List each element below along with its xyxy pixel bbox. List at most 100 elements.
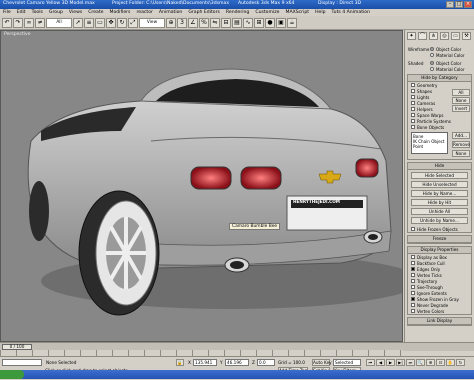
auto-key-button[interactable]: Auto Key xyxy=(312,359,332,366)
hide-by-category-title[interactable]: Hide by Category xyxy=(408,75,471,82)
link-display-title[interactable]: Link Display xyxy=(408,318,471,325)
snap-icon[interactable]: 3 xyxy=(177,17,187,28)
menu-tuts[interactable]: Tuts 4 Animation xyxy=(329,9,373,16)
hierarchy-tab-icon[interactable]: ⋔ xyxy=(429,32,438,40)
menu-animation[interactable]: Animation xyxy=(156,9,185,16)
menu-reactor[interactable]: reactor xyxy=(133,9,155,16)
render-setup-icon[interactable]: ▣ xyxy=(276,17,286,28)
layer-icon[interactable]: ▤ xyxy=(232,17,242,28)
shaded-object-color-radio[interactable] xyxy=(430,61,434,65)
select-icon[interactable]: ➚ xyxy=(73,17,83,28)
all-button[interactable]: All xyxy=(452,89,470,96)
edges-only-checkbox[interactable] xyxy=(411,267,415,271)
vertex-ticks-checkbox[interactable] xyxy=(411,273,415,277)
select-by-name-icon[interactable]: ≡ xyxy=(84,17,94,28)
x-coord-field[interactable]: 135.941 xyxy=(193,359,217,366)
align-icon[interactable]: ⊟ xyxy=(221,17,231,28)
wireframe-material-color-radio[interactable] xyxy=(430,53,434,57)
backface-cull-checkbox[interactable] xyxy=(411,261,415,265)
zoom-all-icon[interactable]: ⊕ xyxy=(426,359,435,366)
redo-icon[interactable]: ↷ xyxy=(13,17,23,28)
geometry-checkbox[interactable] xyxy=(411,83,415,87)
utilities-tab-icon[interactable]: ⚒ xyxy=(462,32,471,40)
vertex-colors-checkbox[interactable] xyxy=(411,309,415,313)
menu-help[interactable]: Help xyxy=(312,9,328,16)
minimize-button[interactable]: – xyxy=(446,1,454,8)
menu-file[interactable]: File xyxy=(0,9,14,16)
see-through-checkbox[interactable] xyxy=(411,285,415,289)
selected-dropdown[interactable]: Selected xyxy=(333,359,361,366)
add-button[interactable]: Add... xyxy=(452,132,470,139)
show-frozen-gray-checkbox[interactable] xyxy=(411,297,415,301)
move-icon[interactable]: ✥ xyxy=(106,17,116,28)
perspective-viewport[interactable]: Perspective Camaro Bumble Bee HENRYTHEJE… xyxy=(0,30,403,342)
menu-tools[interactable]: Tools xyxy=(29,9,46,16)
pan-icon[interactable]: ✋ xyxy=(446,359,455,366)
menu-graph-editors[interactable]: Graph Editors xyxy=(185,9,223,16)
hide-by-hit-button[interactable]: Hide by Hit xyxy=(411,199,468,206)
list-item[interactable]: Point xyxy=(413,144,446,149)
zoom-extents-icon[interactable]: ⊡ xyxy=(436,359,445,366)
none-list-button[interactable]: None xyxy=(452,150,470,157)
bone-objects-checkbox[interactable] xyxy=(411,125,415,129)
render-icon[interactable]: ☕ xyxy=(287,17,297,28)
menu-maxscript[interactable]: MAXScript xyxy=(282,9,312,16)
shapes-checkbox[interactable] xyxy=(411,89,415,93)
play-icon[interactable]: ▶ xyxy=(386,359,395,366)
trajectory-checkbox[interactable] xyxy=(411,279,415,283)
hide-frozen-checkbox[interactable] xyxy=(411,227,415,231)
ignore-extents-checkbox[interactable] xyxy=(411,291,415,295)
prev-frame-icon[interactable]: ◀ xyxy=(376,359,385,366)
particle-systems-checkbox[interactable] xyxy=(411,119,415,123)
lock-icon[interactable]: 🔒 xyxy=(176,359,184,366)
link-icon[interactable]: ∞ xyxy=(24,17,34,28)
mirror-icon[interactable]: ⇋ xyxy=(210,17,220,28)
shaded-material-color-radio[interactable] xyxy=(430,67,434,71)
create-tab-icon[interactable]: ✦ xyxy=(407,32,416,40)
reference-coord-dropdown[interactable]: View xyxy=(139,17,165,28)
percent-snap-icon[interactable]: % xyxy=(199,17,209,28)
none-button[interactable]: None xyxy=(452,97,470,104)
cameras-checkbox[interactable] xyxy=(411,101,415,105)
selection-filter-dropdown[interactable]: All xyxy=(46,17,72,28)
next-frame-icon[interactable]: ▶| xyxy=(396,359,405,366)
unhide-all-button[interactable]: Unhide All xyxy=(411,208,468,215)
close-button[interactable]: × xyxy=(464,1,472,8)
category-listbox[interactable]: Bone IK Chain Object Point xyxy=(411,132,448,154)
maxscript-listener[interactable] xyxy=(2,359,42,366)
invert-button[interactable]: Invert xyxy=(452,105,470,112)
menu-group[interactable]: Group xyxy=(46,9,66,16)
angle-snap-icon[interactable]: ∠ xyxy=(188,17,198,28)
menu-rendering[interactable]: Rendering xyxy=(223,9,252,16)
helpers-checkbox[interactable] xyxy=(411,107,415,111)
display-tab-icon[interactable]: ▭ xyxy=(451,32,460,40)
maximize-button[interactable]: □ xyxy=(455,1,463,8)
hide-title[interactable]: Hide xyxy=(408,163,471,170)
wireframe-object-color-radio[interactable] xyxy=(430,47,434,51)
z-coord-field[interactable]: 0.0 xyxy=(257,359,275,366)
hide-selected-button[interactable]: Hide Selected xyxy=(411,172,468,179)
remove-button[interactable]: Remove xyxy=(452,141,470,148)
space-warps-checkbox[interactable] xyxy=(411,113,415,117)
schematic-icon[interactable]: ⊞ xyxy=(254,17,264,28)
lights-checkbox[interactable] xyxy=(411,95,415,99)
display-as-box-checkbox[interactable] xyxy=(411,255,415,259)
go-to-end-icon[interactable]: ⏭ xyxy=(406,359,415,366)
never-degrade-checkbox[interactable] xyxy=(411,303,415,307)
modify-tab-icon[interactable]: ⌒ xyxy=(418,32,427,40)
rect-select-icon[interactable]: ▭ xyxy=(95,17,105,28)
undo-icon[interactable]: ↶ xyxy=(2,17,12,28)
menu-views[interactable]: Views xyxy=(66,9,85,16)
start-button[interactable] xyxy=(0,370,24,379)
menu-create[interactable]: Create xyxy=(85,9,106,16)
hide-unselected-button[interactable]: Hide Unselected xyxy=(411,181,468,188)
motion-tab-icon[interactable]: ◎ xyxy=(440,32,449,40)
rotate-icon[interactable]: ↻ xyxy=(117,17,127,28)
unlink-icon[interactable]: ≠ xyxy=(35,17,45,28)
menu-customize[interactable]: Customize xyxy=(252,9,282,16)
menu-modifiers[interactable]: Modifiers xyxy=(106,9,133,16)
menu-edit[interactable]: Edit xyxy=(14,9,29,16)
pivot-icon[interactable]: ⊕ xyxy=(166,17,176,28)
freeze-title[interactable]: Freeze xyxy=(408,236,471,243)
display-properties-title[interactable]: Display Properties xyxy=(408,247,471,254)
